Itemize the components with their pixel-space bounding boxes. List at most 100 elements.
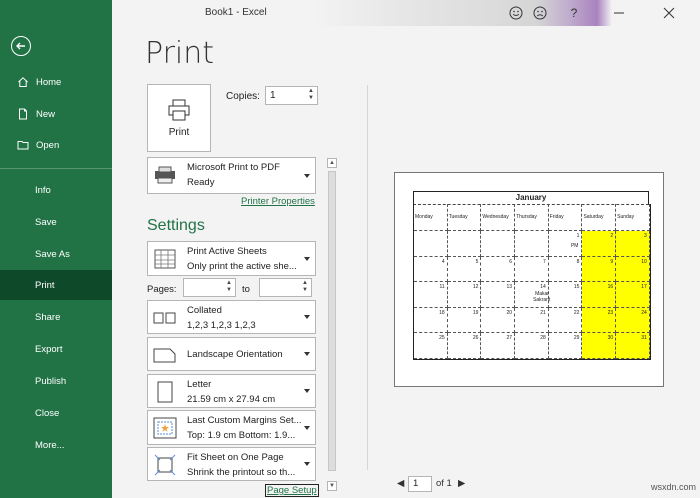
next-page-icon[interactable]: ▶	[458, 478, 465, 489]
calendar-day-header: Thursday	[515, 204, 549, 231]
calendar-date: 13	[506, 284, 513, 291]
collate-detail: 1,2,3 1,2,3 1,2,3	[187, 320, 256, 331]
window-title: Book1 - Excel	[205, 7, 267, 18]
copies-value: 1	[270, 90, 276, 101]
chevron-down-icon	[304, 352, 310, 356]
nav-item-save-as[interactable]: Save As	[0, 239, 112, 269]
backstage-nav: Home New Open Info Save Save As Print Sh…	[0, 0, 112, 498]
print-what-detail: Only print the active she...	[187, 261, 297, 272]
printer-icon	[152, 164, 177, 186]
pages-from-input[interactable]: ▲ ▼	[183, 278, 236, 297]
scaling-label: Fit Sheet on One Page	[187, 452, 284, 463]
calendar-day-cell: 5	[447, 256, 482, 283]
copies-stepper[interactable]: 1 ▲ ▼	[265, 86, 318, 105]
new-document-icon	[16, 107, 30, 121]
pages-to-label: to	[242, 284, 250, 295]
calendar-day-cell: 22	[548, 307, 583, 334]
calendar-day-cell: 13	[481, 282, 516, 308]
spin-arrows-icon[interactable]: ▲ ▼	[307, 88, 315, 103]
calendar-date: 18	[439, 309, 445, 316]
calendar-day-cell: 23	[582, 307, 617, 334]
nav-label: Close	[35, 407, 60, 419]
orientation-dropdown[interactable]: Landscape Orientation	[147, 337, 316, 371]
calendar-day-cell: 4	[414, 256, 448, 283]
fit-sheet-icon	[152, 454, 177, 476]
margins-dropdown[interactable]: Last Custom Margins Set... Top: 1.9 cm B…	[147, 410, 316, 445]
pages-label: Pages:	[147, 284, 177, 295]
printer-properties-link[interactable]: Printer Properties	[241, 196, 315, 207]
paper-icon	[152, 381, 177, 403]
paper-size-dropdown[interactable]: Letter 21.59 cm x 27.94 cm	[147, 374, 316, 408]
calendar-date: 9	[610, 258, 614, 265]
collated-icon	[152, 307, 177, 329]
calendar-day-cell: 3	[616, 231, 650, 257]
nav-item-publish[interactable]: Publish	[0, 366, 112, 396]
nav-item-open[interactable]: Open	[0, 130, 112, 160]
title-bar: Book1 - Excel ?	[112, 0, 700, 26]
printer-dropdown[interactable]: Microsoft Print to PDF Ready	[147, 157, 316, 194]
settings-scrollbar[interactable]: ▲ ▼	[326, 157, 338, 494]
calendar-date: 25	[439, 335, 445, 342]
print-what-dropdown[interactable]: Print Active Sheets Only print the activ…	[147, 241, 316, 276]
calendar-date: 6	[509, 258, 513, 265]
close-icon[interactable]	[661, 5, 677, 21]
calendar-day-header: Monday	[414, 204, 448, 231]
calendar-date: 2	[610, 233, 614, 239]
calendar-date: 24	[641, 309, 647, 316]
minimize-icon[interactable]	[611, 5, 627, 21]
calendar-day-header: Friday	[548, 204, 583, 231]
calendar-date: 28	[540, 335, 546, 342]
calendar-date: 11	[439, 284, 445, 291]
back-arrow-icon[interactable]	[11, 36, 31, 56]
calendar-date: 29	[573, 335, 580, 342]
margins-detail: Top: 1.9 cm Bottom: 1.9...	[187, 430, 296, 441]
chevron-down-icon	[304, 256, 310, 261]
calendar-day-cell: 14 Makar Sakrant	[515, 282, 550, 308]
frown-icon[interactable]	[532, 5, 548, 21]
calendar-day-cell: 15	[548, 282, 583, 308]
nav-item-close[interactable]: Close	[0, 398, 112, 428]
help-icon[interactable]: ?	[566, 5, 582, 21]
calendar-date: 15	[573, 284, 580, 291]
smile-icon[interactable]	[508, 5, 524, 21]
nav-item-home[interactable]: Home	[0, 67, 112, 97]
print-button[interactable]: Print	[147, 84, 211, 152]
scroll-up-icon[interactable]: ▲	[327, 158, 337, 168]
printer-status: Ready	[187, 177, 215, 188]
spin-arrows-icon[interactable]: ▲ ▼	[225, 280, 233, 295]
pages-to-input[interactable]: ▲ ▼	[259, 278, 312, 297]
nav-item-save[interactable]: Save	[0, 207, 112, 237]
scroll-down-icon[interactable]: ▼	[327, 481, 337, 491]
margins-icon	[152, 417, 177, 439]
calendar-date: 17	[641, 284, 647, 291]
nav-label: Publish	[35, 375, 67, 387]
nav-item-share[interactable]: Share	[0, 302, 112, 332]
page-count: of 1	[436, 478, 452, 489]
calendar-day-cell: 25	[414, 333, 448, 359]
orientation-label: Landscape Orientation	[187, 349, 283, 360]
nav-item-export[interactable]: Export	[0, 334, 112, 364]
calendar-date: 30	[607, 335, 614, 342]
print-what-label: Print Active Sheets	[187, 246, 267, 257]
calendar-title: January	[413, 191, 649, 205]
page-number-input[interactable]: 1	[408, 476, 432, 492]
nav-item-print[interactable]: Print	[0, 270, 112, 300]
collate-dropdown[interactable]: Collated 1,2,3 1,2,3 1,2,3	[147, 300, 316, 334]
calendar-day-cell: 29	[548, 333, 583, 359]
calendar-date: 21	[540, 309, 546, 316]
calendar-date: 1	[576, 233, 580, 239]
scroll-thumb[interactable]	[328, 171, 336, 471]
nav-item-info[interactable]: Info	[0, 175, 112, 205]
page-setup-link[interactable]: Page Setup	[265, 484, 319, 497]
nav-item-more[interactable]: More...	[0, 430, 112, 460]
calendar-day-cell: 30	[582, 333, 617, 359]
scaling-dropdown[interactable]: Fit Sheet on One Page Shrink the printou…	[147, 447, 316, 481]
nav-item-new[interactable]: New	[0, 99, 112, 129]
chevron-down-icon	[304, 462, 310, 466]
copies-label: Copies:	[226, 91, 260, 102]
calendar-date: 12	[472, 284, 479, 291]
printer-icon	[168, 99, 190, 120]
spin-arrows-icon[interactable]: ▲ ▼	[301, 280, 309, 295]
calendar-date: 20	[506, 309, 513, 316]
prev-page-icon[interactable]: ◀	[397, 478, 404, 489]
